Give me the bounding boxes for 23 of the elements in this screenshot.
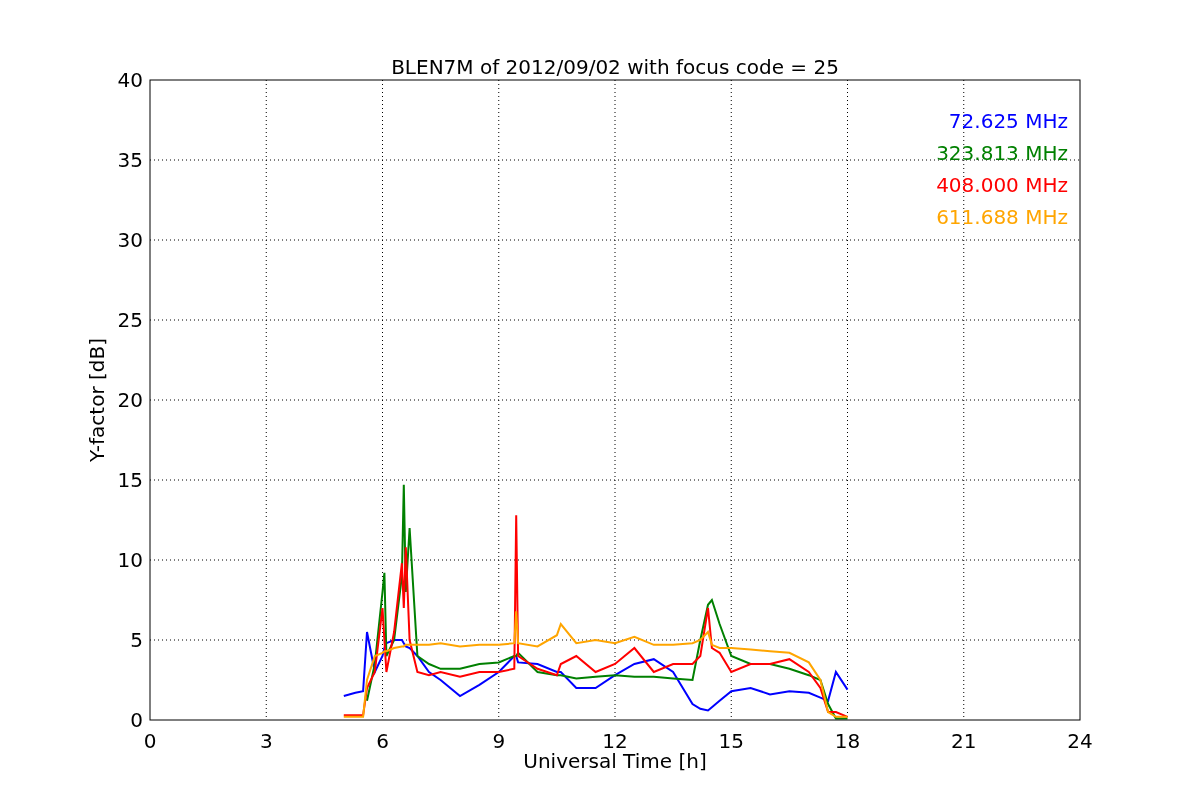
tick-label: 9 [492,729,506,753]
tick-label: 0 [143,729,157,753]
tick-label: 40 [117,68,143,92]
tick-label: 0 [130,708,143,732]
tick-label: 6 [376,729,389,753]
tick-label: 35 [117,148,143,172]
tick-label: 5 [130,628,143,652]
legend-label: 408.000 MHz [936,173,1068,197]
tick-label: 20 [117,388,143,412]
chart-title: BLEN7M of 2012/09/02 with focus code = 25 [391,55,839,79]
tick-label: 18 [834,729,861,753]
tick-label: 10 [117,548,143,572]
tick-label: 24 [1067,729,1093,753]
tick-label: 30 [117,228,143,252]
y-axis-label: Y-factor [dB] [85,338,109,462]
tick-label: 3 [259,729,273,753]
legend-label: 323.813 MHz [936,141,1068,165]
legend-label: 72.625 MHz [948,109,1068,133]
tick-label: 25 [117,308,143,332]
tick-label: 15 [718,729,744,753]
tick-label: 21 [951,729,977,753]
tick-label: 15 [117,468,143,492]
legend-label: 611.688 MHz [936,205,1068,229]
